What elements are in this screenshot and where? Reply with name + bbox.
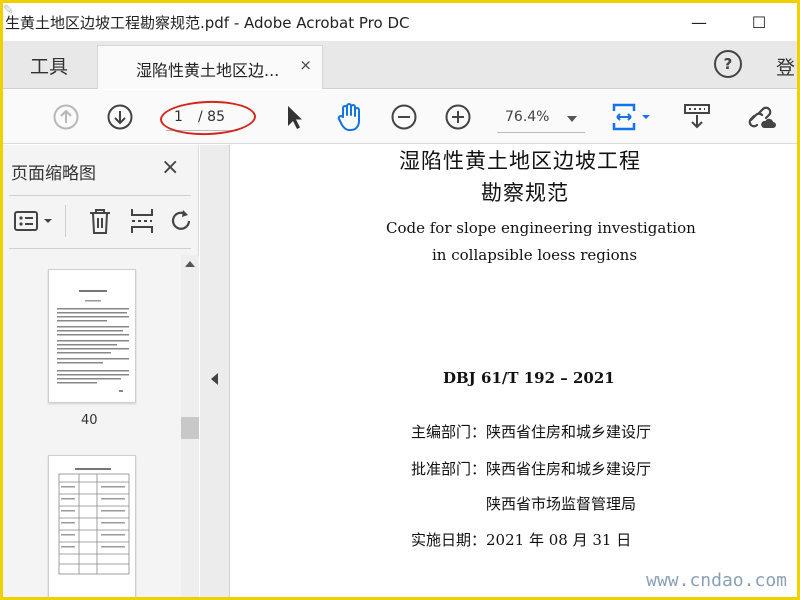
hand-tool-icon: [337, 103, 360, 131]
zoom-select[interactable]: 76.4%: [497, 107, 585, 133]
zoom-in-icon: [445, 104, 471, 130]
hand-tool-button[interactable]: [333, 90, 367, 144]
tab-close-icon[interactable]: ×: [299, 56, 312, 74]
title-bar: ✎ 生黄土地区边坡工程勘察规范.pdf - Adobe Acrobat Pro …: [3, 3, 797, 41]
share-link-icon: [748, 106, 776, 128]
window-title: 生黄土地区边坡工程勘察规范.pdf - Adobe Acrobat Pro DC: [5, 14, 410, 32]
doc-approver-value: 陕西省住房和城乡建设厅: [486, 460, 652, 478]
close-icon[interactable]: ×: [161, 155, 179, 180]
doc-date-value: 2021 年 08 月 31 日: [486, 531, 632, 549]
options-menu-button[interactable]: [11, 201, 57, 241]
thumbnail-label: 40: [81, 413, 98, 428]
acrobat-window: ✎ 生黄土地区边坡工程勘察规范.pdf - Adobe Acrobat Pro …: [3, 3, 797, 597]
fit-page-button[interactable]: [607, 90, 657, 144]
document-view: 湿陷性黄土地区边坡工程 勘察规范 Code for slope engineer…: [231, 145, 797, 597]
share-link-button[interactable]: [741, 90, 781, 144]
chevron-down-icon: [567, 116, 577, 122]
next-page-icon: [107, 104, 133, 130]
page-preview: [57, 290, 129, 392]
doc-standard-code: DBJ 61/T 192 – 2021: [443, 369, 615, 387]
scroll-mode-button[interactable]: [677, 90, 717, 144]
scroll-up-icon[interactable]: [185, 261, 195, 267]
rotate-page-button[interactable]: [167, 201, 197, 241]
zoom-in-button[interactable]: [441, 90, 475, 144]
doc-approver-label: 批准部门：: [411, 460, 487, 478]
zoom-out-icon: [391, 104, 417, 130]
tab-document[interactable]: 湿陷性黄土地区边... ×: [97, 45, 323, 89]
minimize-button[interactable]: —: [679, 9, 719, 35]
zoom-value: 76.4%: [505, 109, 550, 125]
divider: [9, 248, 191, 249]
options-icon: [14, 211, 52, 231]
insert-icon: [131, 209, 153, 233]
login-button[interactable]: 登: [776, 53, 795, 80]
toolbar: 1 / 85 76.4%: [3, 90, 797, 144]
thumbnail-list: 40: [3, 255, 179, 597]
insert-page-button[interactable]: [125, 201, 159, 241]
next-page-button[interactable]: [103, 90, 137, 144]
tab-tools[interactable]: 工具: [3, 41, 95, 89]
doc-date-label: 实施日期：: [411, 531, 487, 549]
annotation-highlight-oval: [159, 99, 257, 137]
thumbnails-panel: 页面缩略图 × 40: [3, 145, 199, 597]
page-thumbnail[interactable]: [48, 455, 136, 597]
doc-approver-value: 陕西省市场监督管理局: [486, 495, 637, 513]
separator: [65, 205, 66, 237]
select-arrow-icon: [288, 106, 302, 129]
tab-bar: 工具 湿陷性黄土地区边... × ? 登: [3, 41, 797, 89]
scroll-thumb[interactable]: [181, 417, 199, 439]
doc-editor-value: 陕西省住房和城乡建设厅: [486, 423, 652, 441]
panel-title: 页面缩略图: [11, 164, 96, 184]
collapse-arrow-icon[interactable]: [211, 373, 218, 385]
site-watermark: www.cndao.com: [646, 570, 787, 591]
panel-collapse-strip[interactable]: [200, 145, 230, 597]
doc-english-line2: in collapsible loess regions: [432, 246, 638, 264]
prev-page-button[interactable]: [49, 90, 83, 144]
rotate-icon: [171, 210, 191, 230]
maximize-button[interactable]: ☐: [739, 9, 779, 35]
prev-page-icon: [53, 104, 79, 130]
help-icon[interactable]: ?: [714, 50, 742, 78]
select-tool-button[interactable]: [279, 90, 309, 144]
divider: [9, 195, 191, 196]
thumbnail-scrollbar[interactable]: [181, 255, 199, 597]
panel-toolbar: [3, 201, 199, 241]
scroll-mode-icon: [684, 104, 710, 129]
doc-editor-label: 主编部门：: [411, 423, 487, 441]
doc-title-line1: 湿陷性黄土地区边坡工程: [399, 149, 641, 173]
delete-icon: [90, 209, 110, 234]
zoom-out-button[interactable]: [387, 90, 421, 144]
doc-title-line2: 勘察规范: [481, 181, 569, 205]
delete-page-button[interactable]: [83, 201, 117, 241]
page-preview: [58, 468, 130, 575]
fit-page-icon: [612, 103, 650, 131]
doc-english-line1: Code for slope engineering investigation: [386, 219, 696, 237]
tab-document-label: 湿陷性黄土地区边...: [136, 61, 280, 80]
page-thumbnail[interactable]: [48, 269, 136, 403]
